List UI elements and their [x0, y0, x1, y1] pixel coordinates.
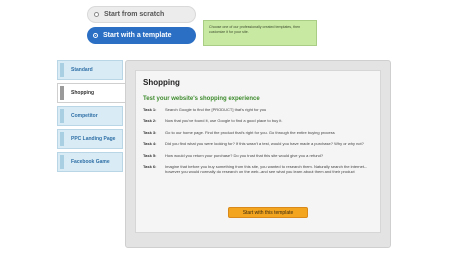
template-card: Shopping Test your website's shopping ex…	[135, 70, 381, 233]
panel-subtitle: Test your website's shopping experience	[143, 96, 260, 102]
task-text: Search Google to find the [PRODUCT] that…	[165, 107, 267, 112]
tab-label: PPC Landing Page	[71, 136, 116, 142]
tab-ppc-landing-page[interactable]: PPC Landing Page	[57, 129, 123, 149]
task-text: How would you return your purchase? Do y…	[165, 152, 324, 158]
start-from-scratch-label: Start from scratch	[104, 11, 165, 18]
task-label: Task 4:	[143, 141, 157, 147]
task-row: Task 6: Imagine that before you buy some…	[143, 164, 373, 175]
task-row: Task 2: Now that you've found it, use Go…	[143, 118, 373, 123]
start-with-template-option[interactable]: Start with a template	[87, 27, 196, 44]
tab-label: Shopping	[71, 90, 95, 96]
tab-facebook-game[interactable]: Facebook Game	[57, 152, 123, 172]
template-panel: Shopping Test your website's shopping ex…	[125, 60, 391, 248]
tab-shopping[interactable]: Shopping	[57, 83, 127, 103]
task-label: Task 5:	[143, 152, 157, 158]
radio-selected-icon[interactable]	[93, 33, 98, 38]
tab-competitor[interactable]: Competitor	[57, 106, 123, 126]
start-with-this-template-button[interactable]: Start with this template	[228, 207, 308, 218]
task-row: Task 3: Go to our home page. Find the pr…	[143, 130, 373, 135]
task-label: Task 1:	[143, 107, 157, 112]
tab-label: Facebook Game	[71, 159, 110, 165]
task-text: Did you find what you were looking for? …	[165, 141, 364, 147]
task-row: Task 1: Search Google to find the [PRODU…	[143, 107, 373, 112]
task-label: Task 2:	[143, 118, 157, 124]
tab-label: Standard	[71, 67, 93, 73]
task-row: Task 5: How would you return your purcha…	[143, 153, 373, 158]
tooltip-text: Choose one of our professionally created…	[209, 25, 301, 34]
task-text: Go to our home page. Find the product th…	[165, 129, 335, 135]
start-from-scratch-option[interactable]: Start from scratch	[87, 6, 196, 23]
radio-unselected-icon[interactable]	[94, 12, 99, 17]
tab-label: Competitor	[71, 113, 98, 119]
task-label: Task 3:	[143, 129, 157, 135]
template-tabs: Standard Shopping Competitor PPC Landing…	[57, 60, 127, 175]
cta-label: Start with this template	[242, 209, 294, 216]
panel-title: Shopping	[143, 78, 180, 87]
task-text: Now that you've found it, use Google to …	[165, 118, 283, 124]
task-row: Task 4: Did you find what you were looki…	[143, 141, 373, 146]
task-label: Task 6:	[143, 164, 157, 170]
template-help-tooltip: Choose one of our professionally created…	[203, 20, 317, 46]
task-text: Imagine that before you buy something fr…	[165, 164, 367, 175]
tab-standard[interactable]: Standard	[57, 60, 123, 80]
start-with-template-label: Start with a template	[103, 32, 172, 39]
